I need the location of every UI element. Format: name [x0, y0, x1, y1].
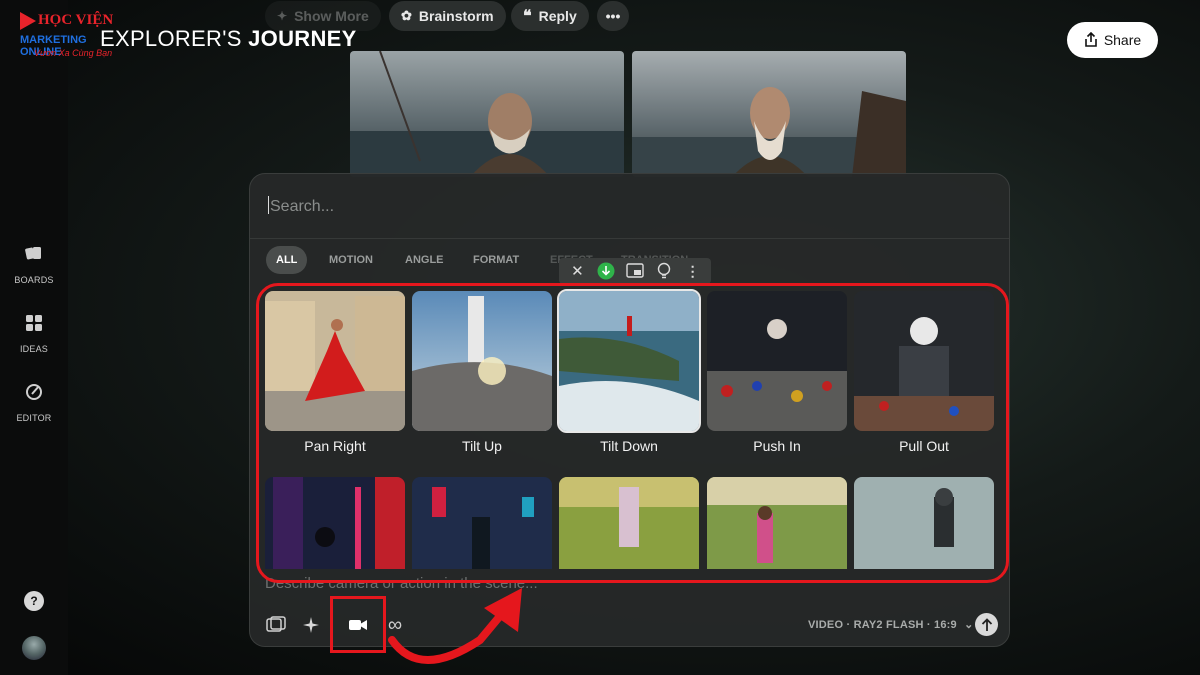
share-label: Share [1103, 32, 1142, 48]
show-more-button[interactable]: ✦ Show More [265, 1, 381, 31]
model-selector[interactable]: VIDEO · RAY2 FLASH · 16:9 ⌄ [808, 618, 974, 631]
arrow-up-icon [981, 617, 992, 631]
ideas-icon [26, 315, 42, 331]
lightbulb-icon[interactable] [654, 261, 674, 281]
sparkle-button[interactable] [300, 614, 322, 636]
share-button[interactable]: Share [1067, 22, 1158, 58]
sidebar-item-ideas[interactable]: IDEAS [0, 313, 68, 357]
image-reference-button[interactable] [265, 614, 287, 636]
show-more-label: Show More [294, 8, 369, 24]
editor-icon [26, 384, 42, 400]
brainstorm-label: Brainstorm [418, 8, 494, 24]
brainstorm-icon: ✿ [401, 8, 412, 23]
sidebar-item-editor[interactable]: EDITOR [0, 382, 68, 426]
brainstorm-button[interactable]: ✿ Brainstorm [389, 1, 506, 31]
close-icon[interactable]: ✕ [567, 261, 587, 281]
avatar[interactable] [22, 636, 46, 660]
more-options-button[interactable]: ••• [597, 1, 629, 31]
highlight-video-button-outline [330, 596, 386, 653]
search-placeholder: Search... [270, 198, 335, 215]
text-caret [268, 196, 269, 214]
search-divider [250, 238, 1009, 239]
brand-flag-icon [20, 12, 36, 30]
annotation-arrow [388, 588, 522, 664]
sidebar-label-boards: BOARDS [14, 275, 54, 285]
reply-label: Reply [538, 8, 577, 24]
tab-all[interactable]: ALL [266, 246, 308, 274]
explorer-image-1 [350, 51, 624, 177]
quote-icon: ❝ [523, 8, 532, 25]
tab-angle[interactable]: ANGLE [395, 246, 454, 274]
generated-image-2[interactable] [632, 51, 906, 177]
tab-motion[interactable]: MOTION [319, 246, 383, 274]
picture-in-picture-icon[interactable] [625, 261, 645, 281]
project-title-part1: EXPLORER'S [100, 26, 242, 51]
item-toolbar: ✕ ⋮ [559, 258, 711, 284]
sidebar-label-editor: EDITOR [16, 413, 52, 423]
sidebar-label-ideas: IDEAS [19, 344, 48, 354]
search-input[interactable]: Search... [268, 196, 334, 216]
sidebar-item-boards[interactable]: BOARDS [0, 244, 68, 288]
download-icon[interactable] [596, 261, 616, 281]
highlight-presets-outline [256, 283, 1009, 583]
generated-image-1[interactable] [350, 51, 624, 177]
boards-icon [25, 247, 41, 260]
sparkle-icon [303, 617, 319, 633]
submit-button[interactable] [975, 613, 998, 636]
left-sidebar: BOARDS IDEAS EDITOR ? [0, 0, 68, 675]
ellipsis-icon: ••• [605, 8, 621, 24]
explorer-image-2 [632, 51, 906, 177]
share-icon [1085, 32, 1097, 47]
tab-format[interactable]: FORMAT [463, 246, 529, 274]
model-label: VIDEO · RAY2 FLASH · 16:9 [808, 619, 957, 631]
show-more-icon: ✦ [277, 9, 288, 23]
more-vertical-icon[interactable]: ⋮ [683, 261, 703, 281]
chevron-down-icon: ⌄ [964, 619, 974, 631]
reply-button[interactable]: ❝ Reply [511, 1, 589, 31]
help-icon[interactable]: ? [24, 591, 44, 611]
image-icon [266, 616, 286, 632]
